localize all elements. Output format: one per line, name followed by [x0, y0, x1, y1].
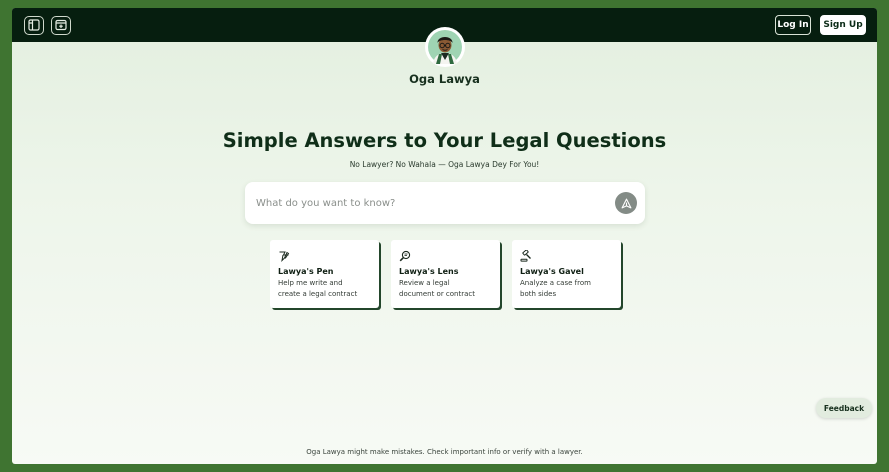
disclaimer-text: Oga Lawya might make mistakes. Check imp… [306, 448, 583, 456]
sidebar-toggle-icon [28, 16, 40, 35]
card-title: Lawya's Gavel [520, 267, 584, 276]
send-icon [621, 194, 632, 213]
card-description-line: Help me write and [278, 279, 343, 287]
signup-button[interactable]: Sign Up [820, 15, 866, 35]
search-input[interactable] [256, 194, 596, 212]
app-window: Log In Sign Up Oga Lawya Simple Answers … [12, 8, 877, 464]
card-lawyas-lens[interactable]: Lawya's Lens Review a legal document or … [391, 240, 500, 308]
gavel-icon [520, 247, 532, 262]
card-lawyas-gavel[interactable]: Lawya's Gavel Analyze a case from both s… [512, 240, 621, 308]
pen-icon [278, 247, 290, 262]
lawyer-avatar-icon [428, 30, 462, 64]
card-description-line: document or contract [399, 290, 476, 298]
brand-name: Oga Lawya [409, 72, 480, 86]
new-chat-icon [55, 16, 67, 35]
new-chat-button[interactable] [51, 16, 71, 35]
send-button[interactable] [615, 192, 637, 214]
page-title: Simple Answers to Your Legal Questions [222, 129, 667, 152]
lens-icon [399, 247, 411, 262]
card-lawyas-pen[interactable]: Lawya's Pen Help me write and create a l… [270, 240, 379, 308]
sidebar-toggle-button[interactable] [24, 16, 44, 35]
login-button[interactable]: Log In [775, 15, 811, 35]
card-description-line: create a legal contract [278, 290, 358, 298]
card-description-line: Review a legal [399, 279, 450, 287]
card-title: Lawya's Pen [278, 267, 334, 276]
feedback-button[interactable]: Feedback [816, 398, 872, 418]
card-description-line: both sides [520, 290, 557, 298]
search-box [245, 182, 645, 224]
card-description-line: Analyze a case from [520, 279, 591, 287]
card-title: Lawya's Lens [399, 267, 459, 276]
page-subtitle: No Lawyer? No Wahala — Oga Lawya Dey For… [349, 160, 540, 169]
lawyer-avatar [425, 27, 465, 67]
